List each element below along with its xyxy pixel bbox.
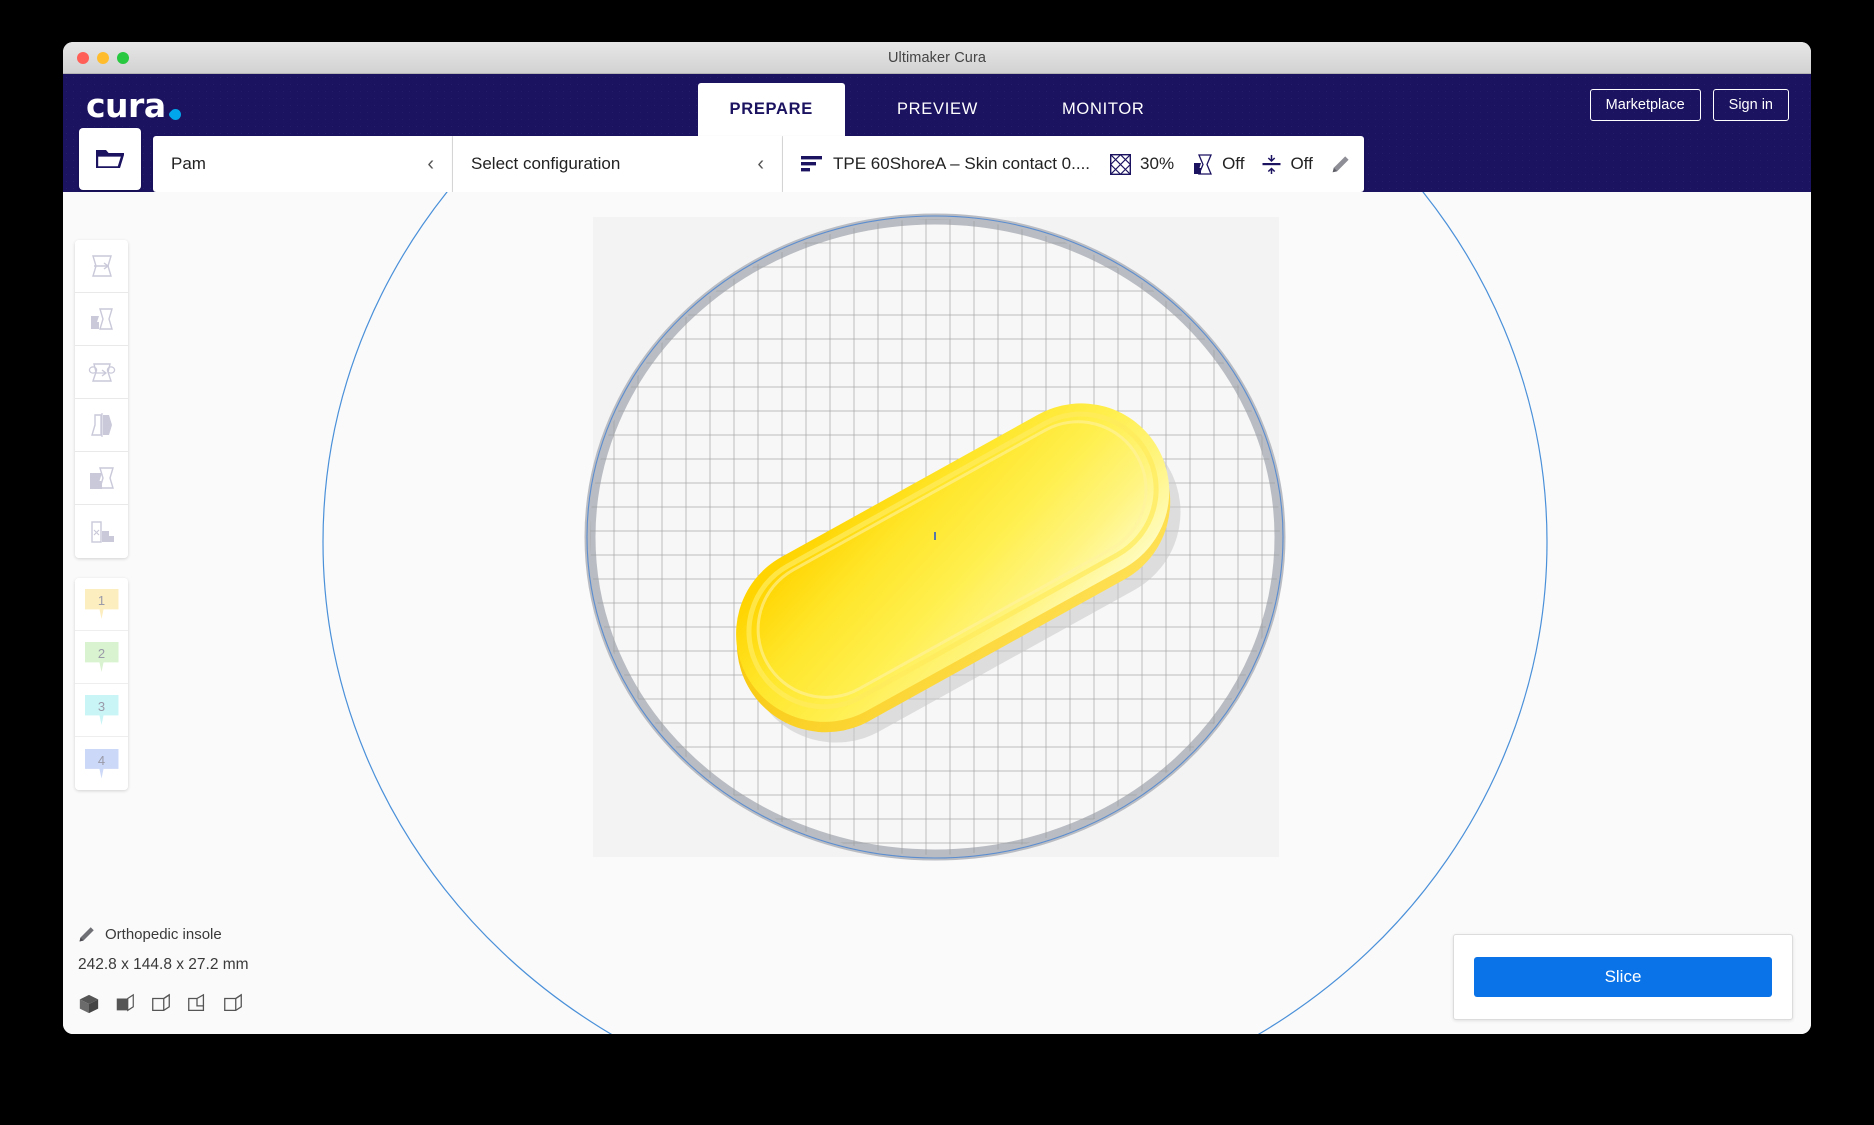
3d-viewport[interactable]: 1 2 3 4 Orthopedic insole 242.8 x 144.8 … [63,192,1811,1034]
configuration-label: Select configuration [471,154,621,173]
extruder-button-2[interactable]: 2 [75,631,128,684]
compatibility-view-icon[interactable] [186,993,208,1020]
main-tabs: PREPARE PREVIEW MONITOR [63,74,1811,136]
screen-background: Ultimaker Cura cura PREPARE PREVIEW MONI… [0,0,1874,1125]
window-title: Ultimaker Cura [887,49,987,66]
extruder-swatch-4: 4 [84,748,119,779]
rotate-tool-button[interactable] [75,346,128,399]
layers-icon [801,155,822,173]
configuration-selector[interactable]: Select configuration ‹ [453,136,783,192]
open-file-button[interactable] [79,128,141,190]
adhesion-icon [1262,154,1281,175]
support-setting[interactable]: Off [1192,153,1245,175]
extruder-button-3[interactable]: 3 [75,684,128,737]
sign-in-button[interactable]: Sign in [1712,89,1789,121]
support-blocker-icon [90,520,114,543]
view-mode-icons [78,993,249,1020]
cura-logo-text: cura [86,85,166,125]
cura-logo: cura [86,85,183,125]
object-info-panel: Orthopedic insole 242.8 x 144.8 x 27.2 m… [78,926,249,1020]
extruder-button-1[interactable]: 1 [75,578,128,631]
extruder-number-1: 1 [97,593,106,608]
header-actions: Marketplace Sign in [1589,89,1789,121]
pencil-icon[interactable] [1331,155,1350,174]
tab-preview[interactable]: PREVIEW [865,83,1010,136]
application-header: cura PREPARE PREVIEW MONITOR Marketplace… [63,74,1811,136]
folder-open-icon [96,150,124,168]
model-tools-rail [75,240,128,558]
rotate-tool-icon [88,363,115,382]
per-model-settings-tool-button[interactable] [75,452,128,505]
support-icon [1192,153,1213,175]
xray-view-icon[interactable] [114,993,136,1020]
window-titlebar: Ultimaker Cura [63,42,1811,74]
extruder-number-3: 3 [97,699,106,714]
marketplace-button[interactable]: Marketplace [1589,89,1701,121]
infill-setting[interactable]: 30% [1110,153,1175,175]
build-plate-scene [322,192,1548,1034]
support-value: Off [1222,154,1245,173]
scale-tool-icon [90,308,113,330]
layer-view-icon[interactable] [150,993,172,1020]
mirror-tool-button[interactable] [75,399,128,452]
extruder-rail: 1 2 3 4 [75,578,128,790]
material-name: TPE 60ShoreA – Skin contact 0.... [833,154,1091,173]
adhesion-setting[interactable]: Off [1262,154,1313,175]
adhesion-value: Off [1290,154,1313,173]
extruder-swatch-2: 2 [84,642,119,672]
pencil-icon [79,927,94,942]
slice-panel: Slice [1453,934,1793,1020]
support-blocker-tool-button[interactable] [75,505,128,558]
infill-icon [1110,153,1132,175]
chevron-left-icon: ‹ [757,152,764,175]
configuration-bar: Pam ‹ Select configuration ‹ TPE 60Shore… [63,128,1811,192]
scale-tool-button[interactable] [75,293,128,346]
slice-button[interactable]: Slice [1474,957,1772,997]
extruder-swatch-1: 1 [84,589,119,619]
tab-prepare[interactable]: PREPARE [697,83,845,136]
printer-name: Pam [171,154,206,173]
print-settings-selector[interactable]: TPE 60ShoreA – Skin contact 0.... 30% Of… [783,136,1364,192]
chevron-left-icon: ‹ [427,152,434,175]
move-tool-button[interactable] [75,240,128,293]
move-tool-icon [91,255,112,277]
infill-value: 30% [1140,154,1175,173]
extruder-button-4[interactable]: 4 [75,737,128,790]
mirror-tool-icon [90,413,112,437]
extruder-number-4: 4 [97,752,106,768]
wireframe-view-icon[interactable] [222,993,244,1020]
extruder-number-2: 2 [97,646,106,661]
printer-selector[interactable]: Pam ‹ [153,136,453,192]
extruder-swatch-3: 3 [84,695,119,725]
object-dimensions: 242.8 x 144.8 x 27.2 mm [78,956,249,973]
object-name: Orthopedic insole [105,926,222,943]
tab-monitor[interactable]: MONITOR [1030,83,1177,136]
cura-logo-dot-icon [167,106,183,122]
per-model-settings-icon [89,467,114,489]
object-name-row[interactable]: Orthopedic insole [78,926,249,943]
model-center-marker [934,532,936,540]
application-window: Ultimaker Cura cura PREPARE PREVIEW MONI… [63,42,1811,1034]
solid-view-icon[interactable] [78,993,100,1020]
